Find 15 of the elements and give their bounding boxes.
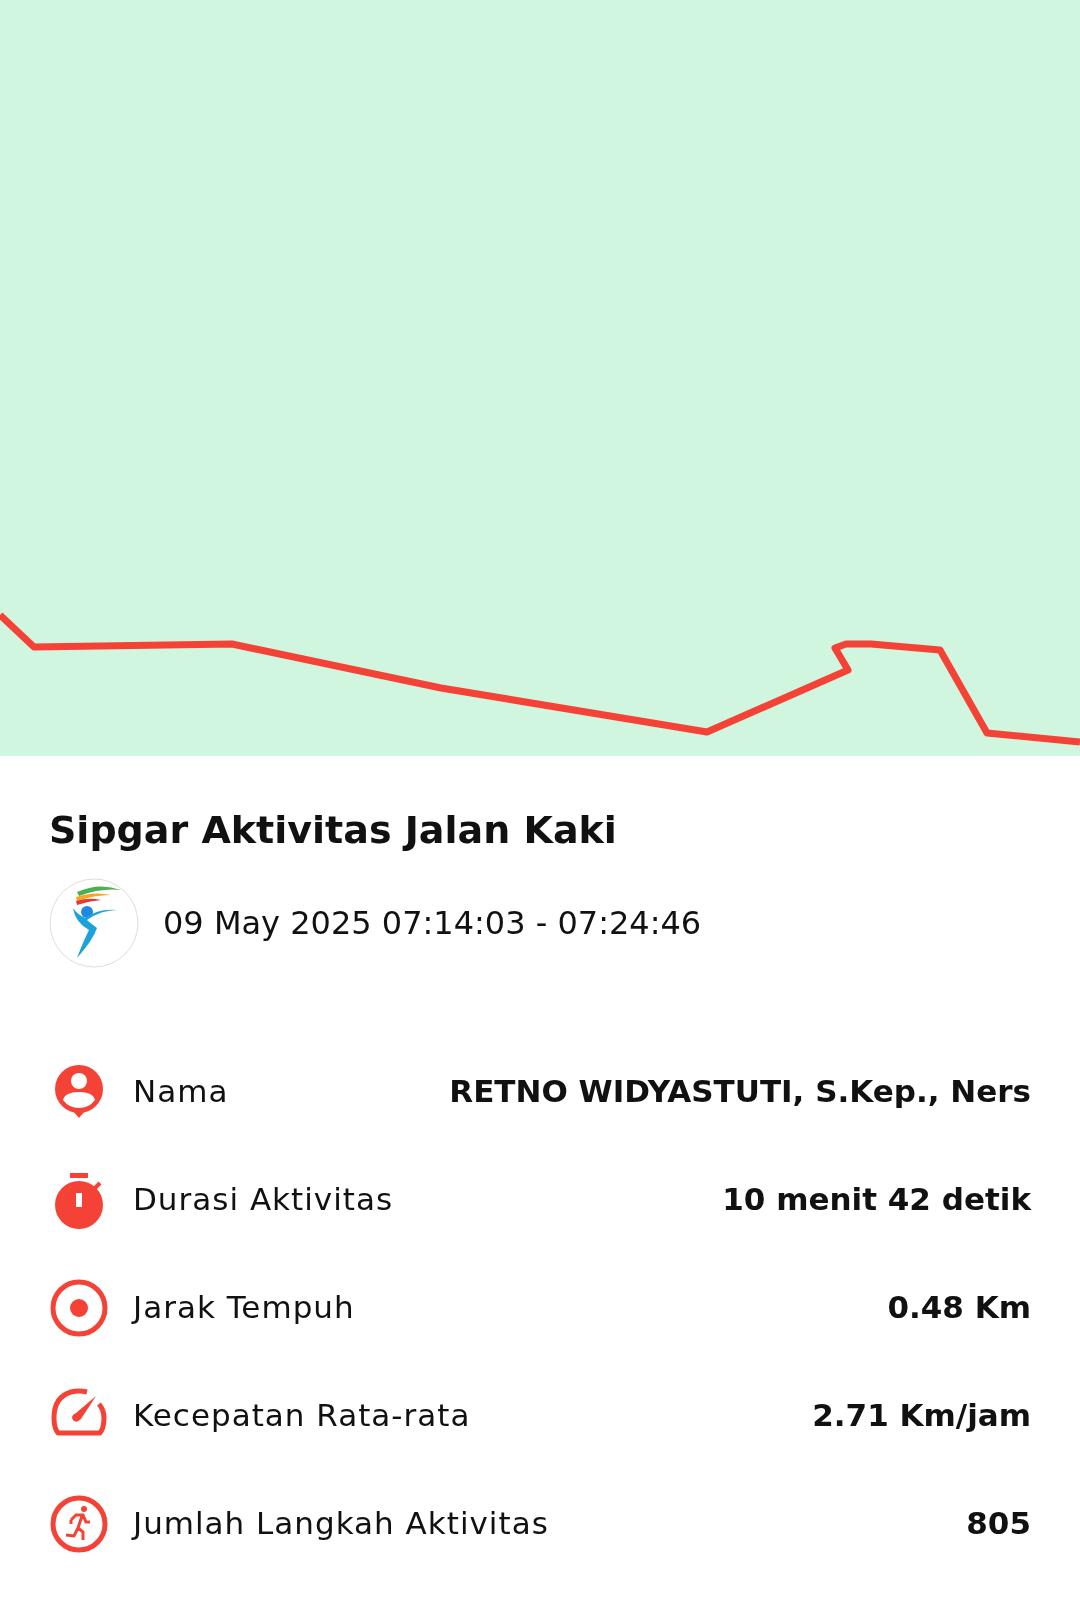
- logo-icon: [49, 877, 139, 968]
- detail-value: 10 menit 42 detik: [722, 1180, 1031, 1220]
- detail-label: Jumlah Langkah Aktivitas: [133, 1504, 549, 1544]
- detail-label: Nama: [133, 1072, 229, 1112]
- detail-value: 0.48 Km: [887, 1288, 1031, 1328]
- detail-value: RETNO WIDYASTUTI, S.Kep., Ners: [449, 1072, 1031, 1112]
- detail-label: Durasi Aktivitas: [133, 1180, 394, 1220]
- running-person-icon: [49, 1493, 109, 1554]
- detail-value: 805: [966, 1504, 1031, 1544]
- detail-value: 2.71 Km/jam: [812, 1396, 1031, 1436]
- activity-title: Sipgar Aktivitas Jalan Kaki: [49, 808, 618, 854]
- detail-label: Kecepatan Rata-rata: [133, 1396, 471, 1436]
- target-icon: [49, 1277, 109, 1338]
- activity-datetime: 09 May 2025 07:14:03 - 07:24:46: [163, 902, 702, 944]
- detail-label: Jarak Tempuh: [133, 1288, 355, 1328]
